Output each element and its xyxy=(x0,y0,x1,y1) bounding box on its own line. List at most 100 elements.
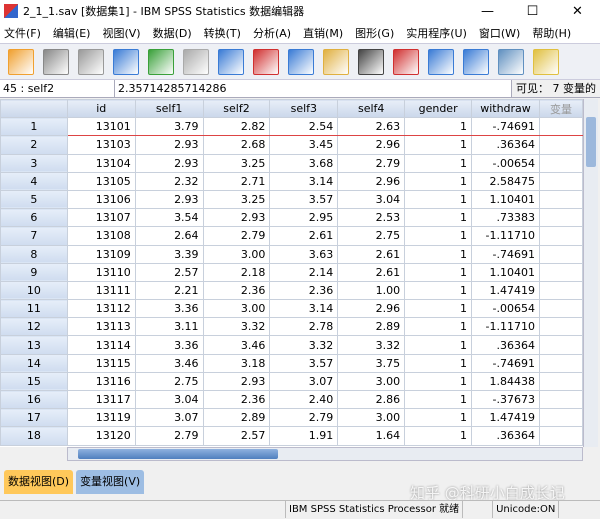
data-cell[interactable]: 2.68 xyxy=(202,135,271,155)
data-cell[interactable]: .36364 xyxy=(471,135,540,155)
minimize-button[interactable]: — xyxy=(465,4,510,19)
data-cell[interactable]: 2.71 xyxy=(202,171,271,191)
data-cell[interactable]: 2.93 xyxy=(134,153,204,173)
data-cell[interactable]: 1 xyxy=(404,299,473,319)
empty-cell[interactable] xyxy=(539,299,583,319)
split-file-icon[interactable] xyxy=(463,48,489,75)
cell-value-input[interactable]: 2.35714285714286 xyxy=(115,80,512,97)
data-cell[interactable]: .36364 xyxy=(471,335,540,355)
data-cell[interactable]: 2.78 xyxy=(269,317,339,337)
scroll-thumb[interactable] xyxy=(78,449,278,459)
menu-item[interactable]: 帮助(H) xyxy=(528,25,579,41)
column-header[interactable]: self4 xyxy=(337,99,406,119)
data-cell[interactable]: 3.32 xyxy=(202,317,271,337)
row-number[interactable]: 3 xyxy=(0,153,68,173)
empty-cell[interactable] xyxy=(539,317,583,337)
save-icon[interactable] xyxy=(43,48,69,75)
row-number[interactable]: 8 xyxy=(0,244,68,264)
row-number[interactable]: 14 xyxy=(0,353,68,373)
data-cell[interactable]: 1 xyxy=(404,408,473,428)
data-cell[interactable]: 1 xyxy=(404,117,473,137)
data-cell[interactable]: 2.58475 xyxy=(471,171,540,191)
data-cell[interactable]: 1 xyxy=(404,153,473,173)
close-button[interactable]: ✕ xyxy=(555,4,600,19)
data-cell[interactable]: .73383 xyxy=(471,208,540,228)
menu-item[interactable]: 分析(A) xyxy=(249,25,299,41)
row-number[interactable]: 4 xyxy=(0,171,68,191)
empty-cell[interactable] xyxy=(539,371,583,392)
data-cell[interactable]: 2.75 xyxy=(134,371,204,392)
data-cell[interactable]: 1 xyxy=(404,353,473,373)
data-cell[interactable]: 1.10401 xyxy=(471,262,540,282)
data-cell[interactable]: 1.47419 xyxy=(471,280,540,301)
data-cell[interactable]: 2.57 xyxy=(134,262,204,282)
data-cell[interactable]: 2.93 xyxy=(202,208,271,228)
empty-cell[interactable] xyxy=(539,353,583,373)
data-cell[interactable]: 3.45 xyxy=(269,135,339,155)
row-number[interactable]: 7 xyxy=(0,226,68,246)
data-cell[interactable]: 2.64 xyxy=(134,226,204,246)
data-cell[interactable]: -.00654 xyxy=(471,299,540,319)
column-header[interactable]: id xyxy=(66,99,136,119)
data-cell[interactable]: 13120 xyxy=(66,426,136,446)
horizontal-scrollbar[interactable] xyxy=(67,447,583,461)
menu-item[interactable]: 转换(T) xyxy=(200,25,249,41)
variables-icon[interactable] xyxy=(288,48,314,75)
data-cell[interactable]: 3.57 xyxy=(269,353,339,373)
maximize-button[interactable]: ☐ xyxy=(510,4,555,19)
data-cell[interactable]: 3.14 xyxy=(269,171,339,191)
data-cell[interactable]: 1 xyxy=(404,335,473,355)
data-cell[interactable]: 2.18 xyxy=(202,262,271,282)
data-cell[interactable]: 13101 xyxy=(66,117,136,137)
insert-variable-icon[interactable] xyxy=(428,48,454,75)
data-cell[interactable]: 2.96 xyxy=(337,299,406,319)
data-cell[interactable]: 13111 xyxy=(66,280,136,301)
goto-variable-icon[interactable] xyxy=(253,48,279,75)
data-cell[interactable]: 1.00 xyxy=(337,280,406,301)
data-cell[interactable]: 3.18 xyxy=(202,353,271,373)
column-header[interactable]: withdraw xyxy=(471,99,540,119)
weight-cases-icon[interactable] xyxy=(498,48,524,75)
data-cell[interactable]: 1 xyxy=(404,208,473,228)
data-cell[interactable]: 2.61 xyxy=(337,244,406,264)
empty-cell[interactable] xyxy=(539,208,583,228)
row-number[interactable]: 17 xyxy=(0,408,68,428)
data-cell[interactable]: 13103 xyxy=(66,135,136,155)
data-cell[interactable]: 3.75 xyxy=(337,353,406,373)
data-cell[interactable]: 2.79 xyxy=(134,426,204,446)
data-cell[interactable]: 1 xyxy=(404,280,473,301)
data-cell[interactable]: 2.82 xyxy=(202,117,271,137)
data-cell[interactable]: 3.79 xyxy=(134,117,204,137)
menu-item[interactable]: 编辑(E) xyxy=(49,25,99,41)
data-cell[interactable]: -1.11710 xyxy=(471,317,540,337)
redo-icon[interactable] xyxy=(183,48,209,75)
row-header-corner[interactable] xyxy=(0,99,68,119)
data-cell[interactable]: 2.79 xyxy=(202,226,271,246)
data-cell[interactable]: 13114 xyxy=(66,335,136,355)
column-header[interactable]: self2 xyxy=(202,99,271,119)
empty-cell[interactable] xyxy=(539,426,583,446)
row-number[interactable]: 15 xyxy=(0,371,68,392)
data-cell[interactable]: 3.00 xyxy=(202,244,271,264)
data-cell[interactable]: 13116 xyxy=(66,371,136,392)
data-cell[interactable]: 2.40 xyxy=(269,389,339,410)
empty-cell[interactable] xyxy=(539,335,583,355)
data-cell[interactable]: 1.84438 xyxy=(471,371,540,392)
data-cell[interactable]: 3.14 xyxy=(269,299,339,319)
menu-item[interactable]: 实用程序(U) xyxy=(402,25,475,41)
empty-cell[interactable] xyxy=(539,153,583,173)
empty-cell[interactable] xyxy=(539,117,583,137)
data-cell[interactable]: 1 xyxy=(404,317,473,337)
data-cell[interactable]: 1 xyxy=(404,389,473,410)
data-cell[interactable]: 13105 xyxy=(66,171,136,191)
menu-item[interactable]: 图形(G) xyxy=(351,25,402,41)
data-cell[interactable]: 2.57 xyxy=(202,426,271,446)
data-cell[interactable]: 2.63 xyxy=(337,117,406,137)
empty-cell[interactable] xyxy=(539,171,583,191)
empty-cell[interactable] xyxy=(539,262,583,282)
data-cell[interactable]: 2.61 xyxy=(269,226,339,246)
row-number[interactable]: 2 xyxy=(0,135,68,155)
data-cell[interactable]: 1 xyxy=(404,371,473,392)
data-cell[interactable]: 1.47419 xyxy=(471,408,540,428)
row-number[interactable]: 9 xyxy=(0,262,68,282)
